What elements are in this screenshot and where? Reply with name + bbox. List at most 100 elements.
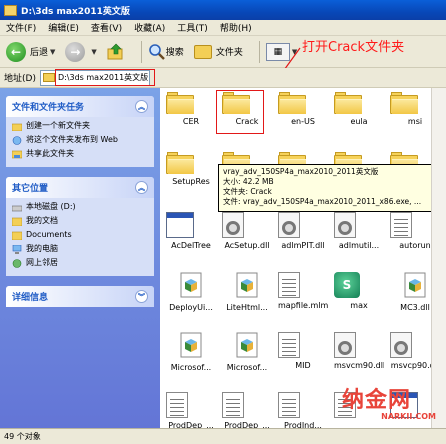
dll-gear-icon	[334, 332, 384, 358]
component-icon	[222, 332, 272, 360]
task-share[interactable]: 共享此文件夹	[12, 149, 148, 159]
file-item[interactable]: adlmutil...	[334, 212, 384, 250]
file-item[interactable]: LiteHtml...	[222, 272, 272, 312]
document-icon	[278, 272, 328, 298]
file-item[interactable]: ProdInd...	[278, 392, 328, 430]
folder-tooltip: vray_adv_150SP4a_max2010_2011英文版 大小: 42.…	[218, 164, 442, 212]
documents-folder-icon	[12, 217, 22, 226]
panel-header[interactable]: 其它位置 ︽	[6, 177, 154, 198]
file-item[interactable]: adlmPIT.dll	[278, 212, 328, 250]
annotation-crack-box	[216, 90, 264, 134]
file-name: adlmutil...	[338, 241, 380, 250]
place-my-computer[interactable]: 我的电脑	[12, 244, 148, 254]
folder-item[interactable]: CER	[166, 92, 216, 126]
document-icon	[278, 392, 328, 418]
folder-item[interactable]: eula	[334, 92, 384, 126]
place-label: 本地磁盘 (D:)	[26, 202, 76, 211]
document-icon	[278, 332, 328, 358]
panel-header[interactable]: 详细信息 ︾	[6, 286, 154, 307]
place-documents[interactable]: Documents	[12, 230, 148, 240]
tooltip-line: 文件: vray_adv_150SP4a_max2010_2011_x86.ex…	[223, 197, 422, 206]
file-item[interactable]: msvcm90.dll	[334, 332, 384, 370]
annotation-address-box	[55, 69, 155, 86]
document-icon	[166, 392, 216, 418]
folder-item[interactable]: SetupRes	[166, 152, 216, 186]
folder-icon	[166, 152, 216, 174]
folder-icon	[334, 92, 384, 114]
file-name: LiteHtml...	[226, 303, 268, 312]
collapse-chevron-icon[interactable]: ︽	[135, 181, 148, 194]
file-item[interactable]: DeployUi...	[166, 272, 216, 312]
file-name: AcSetup.dll	[224, 241, 270, 250]
drive-icon	[12, 205, 22, 212]
status-bar: 49 个对象	[0, 428, 446, 444]
file-item[interactable]: MID	[278, 332, 328, 370]
expand-chevron-icon[interactable]: ︾	[135, 290, 148, 303]
file-item[interactable]: mapfile.mlm	[278, 272, 328, 310]
file-name: Microsof...	[170, 363, 212, 372]
status-text: 49 个对象	[4, 432, 41, 441]
file-item[interactable]: AcDelTree	[166, 212, 216, 250]
tooltip-line: 文件夹: Crack	[223, 187, 272, 196]
task-label: 将这个文件夹发布到 Web	[26, 135, 118, 144]
place-local-disk[interactable]: 本地磁盘 (D:)	[12, 202, 148, 212]
place-network[interactable]: 网上邻居	[12, 258, 148, 268]
folder-icon	[278, 92, 328, 114]
file-name: AcDelTree	[171, 241, 211, 250]
task-label: 共享此文件夹	[26, 149, 74, 158]
watermark-cn: 纳金网	[342, 388, 412, 413]
file-name: en-US	[291, 117, 315, 126]
place-label: 网上邻居	[26, 258, 58, 267]
network-icon	[12, 259, 22, 268]
dll-gear-icon	[222, 212, 272, 238]
address-label: 地址(D)	[4, 74, 36, 84]
place-label: 我的文档	[26, 216, 58, 225]
file-item[interactable]: Smax	[334, 272, 384, 310]
dll-gear-icon	[334, 212, 384, 238]
vertical-scrollbar[interactable]	[431, 88, 446, 428]
file-name: adlmPIT.dll	[281, 241, 325, 250]
task-pane: 文件和文件夹任务 ︽ 创建一个新文件夹 将这个文件夹发布到 Web 共享此文件夹…	[0, 88, 160, 428]
task-new-folder[interactable]: 创建一个新文件夹	[12, 121, 148, 131]
component-icon	[222, 272, 272, 300]
file-list: CER Crack en-US eula msi SetupRes AcDelTree AcS…	[160, 88, 446, 430]
file-item[interactable]: Microsof...	[222, 332, 272, 372]
task-publish-web[interactable]: 将这个文件夹发布到 Web	[12, 135, 148, 145]
file-name: SetupRes	[172, 177, 210, 186]
file-name: CER	[182, 117, 200, 126]
component-icon	[166, 332, 216, 360]
file-item[interactable]: Microsof...	[166, 332, 216, 372]
globe-icon	[12, 136, 22, 145]
file-name: msvcm90.dll	[334, 361, 384, 370]
place-my-documents[interactable]: 我的文档	[12, 216, 148, 226]
panel-header[interactable]: 文件和文件夹任务 ︽	[6, 96, 154, 117]
file-item[interactable]: ProdDep_...	[166, 392, 216, 430]
file-item[interactable]: ProdDep_...	[222, 392, 272, 430]
folder-icon	[12, 231, 22, 240]
file-name: Microsof...	[226, 363, 268, 372]
file-name: max	[350, 301, 368, 310]
folder-icon	[166, 92, 216, 114]
new-folder-icon	[12, 123, 22, 131]
file-tasks-panel: 文件和文件夹任务 ︽ 创建一个新文件夹 将这个文件夹发布到 Web 共享此文件夹	[6, 96, 154, 167]
details-panel: 详细信息 ︾	[6, 286, 154, 307]
panel-title: 文件和文件夹任务	[12, 103, 85, 113]
panel-title: 其它位置	[12, 184, 49, 194]
file-name: eula	[350, 117, 368, 126]
application-icon	[166, 212, 216, 238]
collapse-chevron-icon[interactable]: ︽	[135, 100, 148, 113]
watermark-logo: 纳金网 NARKII.COM	[342, 382, 442, 424]
component-icon	[166, 272, 216, 300]
share-hand-icon	[12, 150, 22, 159]
folder-icon	[42, 73, 55, 82]
file-name: mapfile.mlm	[278, 301, 328, 310]
max-app-icon: S	[334, 272, 384, 298]
computer-icon	[12, 245, 22, 254]
task-label: 创建一个新文件夹	[26, 121, 90, 130]
tooltip-line: 大小: 42.2 MB	[223, 177, 274, 186]
folder-item[interactable]: en-US	[278, 92, 328, 126]
other-places-panel: 其它位置 ︽ 本地磁盘 (D:) 我的文档 Documents 我的电脑 网上邻…	[6, 177, 154, 276]
place-label: 我的电脑	[26, 244, 58, 253]
file-item[interactable]: AcSetup.dll	[222, 212, 272, 250]
tooltip-line: vray_adv_150SP4a_max2010_2011英文版	[223, 167, 379, 176]
